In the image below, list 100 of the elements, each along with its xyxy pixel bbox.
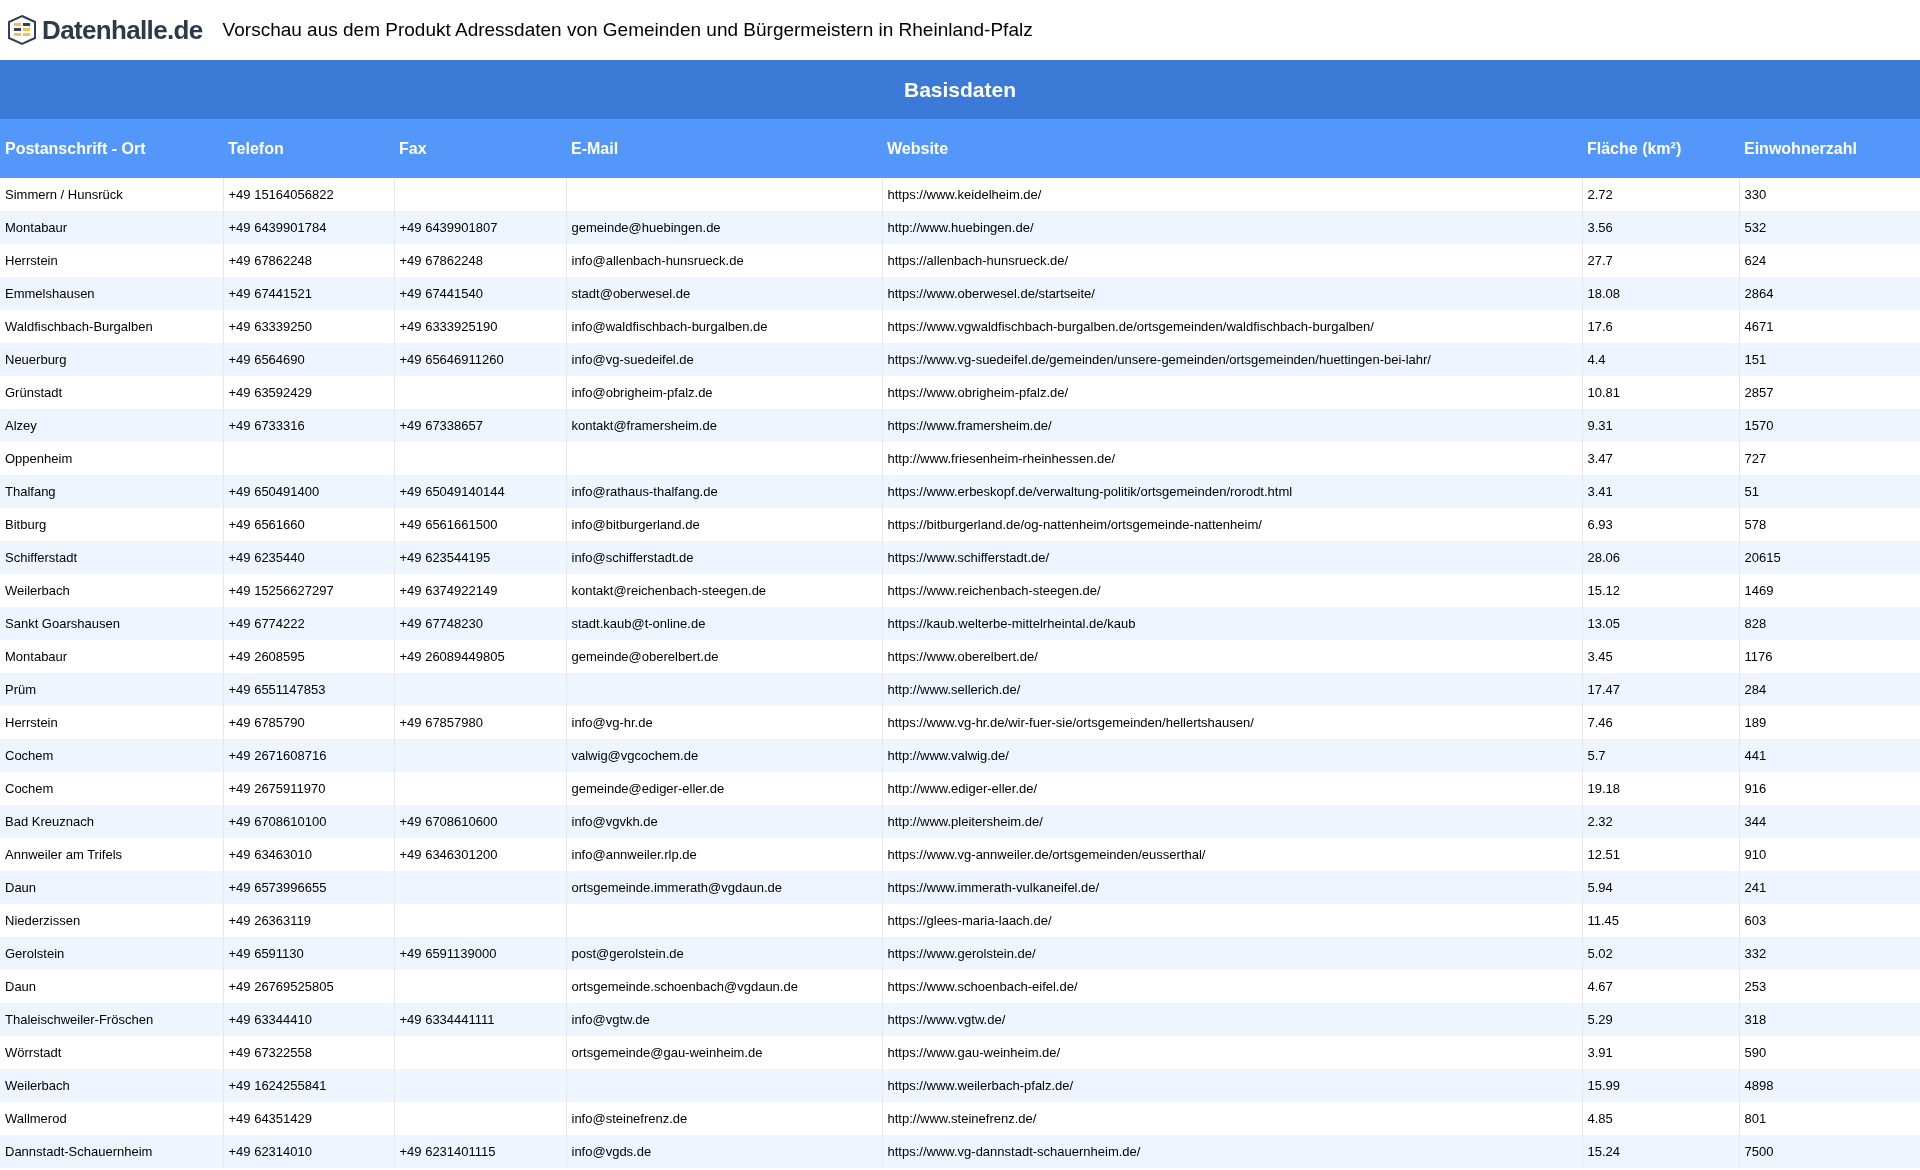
table-cell: Annweiler am Trifels xyxy=(5,846,123,862)
table-cell: Wallmerod xyxy=(5,1110,67,1126)
table-cell: https://www.vg-annweiler.de/ortsgemeinden/eusserthal/ xyxy=(887,846,1206,862)
table-cell: +49 6551147853 xyxy=(228,681,326,697)
table-cell: +49 67338657 xyxy=(399,417,483,433)
table-cell: https://glees-maria-laach.de/ xyxy=(887,912,1052,928)
table-cell: Cochem xyxy=(5,747,54,763)
table-cell: 1176 xyxy=(1744,648,1773,664)
table-cell: 7500 xyxy=(1744,1143,1774,1159)
table-cell: +49 67748230 xyxy=(399,615,483,631)
table-cell: 4898 xyxy=(1744,1077,1774,1093)
table-cell: +49 6439901784 xyxy=(228,219,327,235)
table-cell: +49 6374922149 xyxy=(399,582,498,598)
table-cell: 15.24 xyxy=(1587,1143,1621,1159)
table-cell: +49 6231401115 xyxy=(399,1143,496,1159)
table-cell: +49 6591139000 xyxy=(399,945,497,961)
table-cell: Montabaur xyxy=(5,648,68,664)
table-cell: +49 6733316 xyxy=(228,417,305,433)
table-cell: +49 6334441111 xyxy=(399,1011,495,1027)
table-cell: 603 xyxy=(1744,912,1767,928)
table-cell: https://kaub.welterbe-mittelrheintal.de/kaub xyxy=(887,615,1136,631)
table-cell: ortsgemeinde.schoenbach@vgdaun.de xyxy=(571,978,798,994)
table-cell: +49 65646911260 xyxy=(399,351,504,367)
table-cell: +49 6235440 xyxy=(228,549,305,565)
table-cell: +49 26769525805 xyxy=(228,978,334,994)
table-cell: kontakt@reichenbach-steegen.de xyxy=(571,582,767,598)
column-header: Fläche (km²) xyxy=(1582,119,1739,178)
table-cell: 801 xyxy=(1744,1110,1767,1126)
table-cell: +49 6573996655 xyxy=(228,879,327,895)
column-header: Website xyxy=(882,119,1582,178)
table-cell: +49 67857980 xyxy=(399,714,483,730)
table-cell: stadt@oberwesel.de xyxy=(571,285,691,301)
table-cell: https://www.immerath-vulkaneifel.de/ xyxy=(887,879,1100,895)
table-cell: 284 xyxy=(1744,681,1767,697)
table-cell: stadt.kaub@t-online.de xyxy=(571,615,706,631)
table-cell: 11.45 xyxy=(1587,912,1620,928)
table-cell: 532 xyxy=(1744,219,1767,235)
table-cell: Weilerbach xyxy=(5,582,70,598)
table-cell: info@vgvkh.de xyxy=(571,813,658,829)
table-cell: +49 65049140144 xyxy=(399,483,505,499)
table-cell: +49 6561661500 xyxy=(399,516,498,532)
table-cell: 18.08 xyxy=(1587,285,1621,301)
table-cell: +49 67862248 xyxy=(399,252,483,268)
table-cell: +49 63592429 xyxy=(228,384,312,400)
table-cell: http://www.friesenheim-rheinhessen.de/ xyxy=(887,450,1116,466)
column-header: E-Mail xyxy=(566,119,882,178)
table-cell: +49 63463010 xyxy=(228,846,312,862)
table-cell: https://www.vg-hr.de/wir-fuer-sie/ortsgemeinden/hellertshausen/ xyxy=(887,714,1254,730)
table-cell: 15.12 xyxy=(1587,582,1621,598)
table-cell: 332 xyxy=(1744,945,1767,961)
table-cell: http://www.huebingen.de/ xyxy=(887,219,1034,235)
table-cell: 1570 xyxy=(1744,417,1774,433)
table-cell: +49 67322558 xyxy=(228,1044,312,1060)
table-cell: https://www.vg-suedeifel.de/gemeinden/unsere-gemeinden/ortsgemeinden/huettingen-bei-lahr/ xyxy=(887,351,1431,367)
table-cell: https://www.vgtw.de/ xyxy=(887,1011,1006,1027)
table-cell: +49 67441521 xyxy=(228,285,312,301)
table-cell: gemeinde@oberelbert.de xyxy=(571,648,719,664)
table-cell: 910 xyxy=(1744,846,1767,862)
table-cell: https://www.oberwesel.de/startseite/ xyxy=(887,285,1095,301)
table-cell: info@vgtw.de xyxy=(571,1011,650,1027)
table-cell: https://www.obrigheim-pfalz.de/ xyxy=(887,384,1069,400)
table-cell: Thalfang xyxy=(5,483,56,499)
table-cell: 5.29 xyxy=(1587,1011,1613,1027)
table-cell: http://www.sellerich.de/ xyxy=(887,681,1021,697)
table-cell: Schifferstadt xyxy=(5,549,78,565)
table-cell: +49 6708610100 xyxy=(228,813,327,829)
table-cell: 27.7 xyxy=(1587,252,1613,268)
table-cell: https://www.vgwaldfischbach-burgalben.de/ortsgemeinden/waldfischbach-burgalben/ xyxy=(887,318,1374,334)
table-cell: 151 xyxy=(1744,351,1767,367)
table-cell: 4.67 xyxy=(1587,978,1613,994)
table-cell: 727 xyxy=(1744,450,1767,466)
table-cell: 3.91 xyxy=(1587,1044,1613,1060)
table-cell: 9.31 xyxy=(1587,417,1613,433)
table-cell: Bad Kreuznach xyxy=(5,813,94,829)
column-header: Fax xyxy=(394,119,566,178)
table-cell: 828 xyxy=(1744,615,1767,631)
table-cell: https://www.vg-dannstadt-schauernheim.de/ xyxy=(887,1143,1141,1159)
group-heading: Basisdaten xyxy=(0,60,1920,119)
table-cell: +49 15256627297 xyxy=(228,582,334,598)
table-cell: 4.85 xyxy=(1587,1110,1613,1126)
table-cell: 5.02 xyxy=(1587,945,1613,961)
table-cell: +49 63339250 xyxy=(228,318,312,334)
table-cell: Sankt Goarshausen xyxy=(5,615,120,631)
table-cell: +49 1624255841 xyxy=(228,1077,327,1093)
table-cell: +49 6561660 xyxy=(228,516,305,532)
table-cell: info@obrigheim-pfalz.de xyxy=(571,384,713,400)
table-cell: +49 623544195 xyxy=(399,549,491,565)
table-cell: Gerolstein xyxy=(5,945,65,961)
table-cell: https://www.gerolstein.de/ xyxy=(887,945,1036,961)
table-cell: 318 xyxy=(1744,1011,1767,1027)
table-cell: 2857 xyxy=(1744,384,1774,400)
table-cell: https://www.framersheim.de/ xyxy=(887,417,1052,433)
table-cell: 344 xyxy=(1744,813,1767,829)
table-cell: http://www.ediger-eller.de/ xyxy=(887,780,1038,796)
table-cell: 12.51 xyxy=(1587,846,1621,862)
table-cell: https://www.weilerbach-pfalz.de/ xyxy=(887,1077,1074,1093)
table-cell: 51 xyxy=(1744,483,1759,499)
table-cell: https://bitburgerland.de/og-nattenheim/ortsgemeinde-nattenheim/ xyxy=(887,516,1262,532)
table-cell: Daun xyxy=(5,978,37,994)
table-cell: +49 2671608716 xyxy=(228,747,327,763)
